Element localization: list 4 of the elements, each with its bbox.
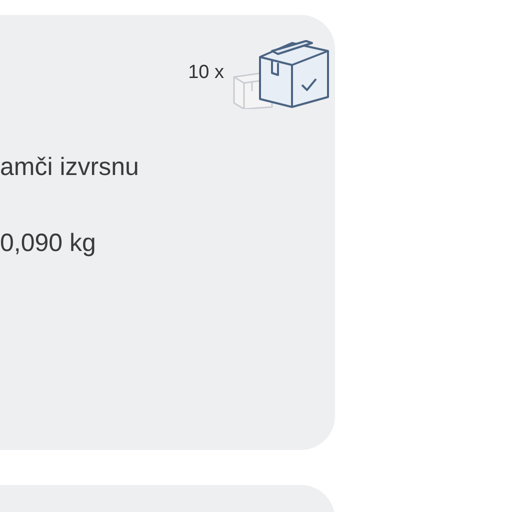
boxes-icon <box>232 37 330 109</box>
quantity-label: 10 x <box>188 60 224 85</box>
product-text: amči izvrsnu <box>0 152 140 183</box>
product-text: 0,090 kg <box>0 228 97 259</box>
